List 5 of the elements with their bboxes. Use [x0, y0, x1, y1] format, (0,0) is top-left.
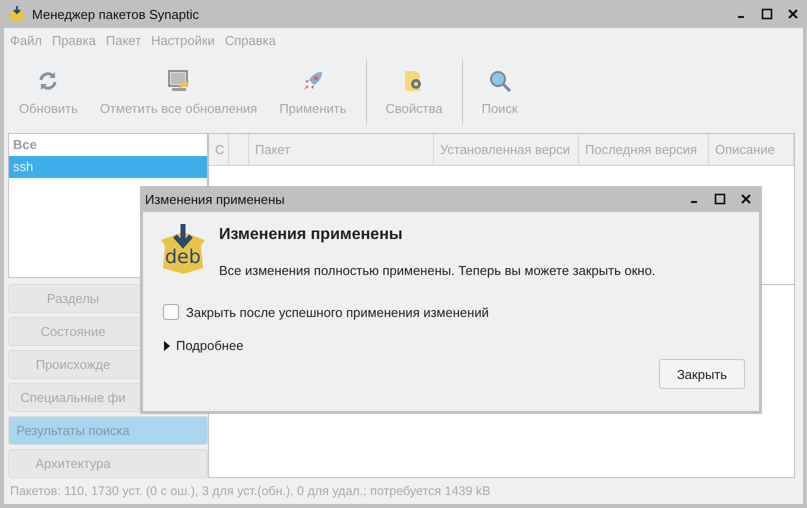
dialog-heading: Изменения применены: [219, 226, 404, 244]
window-title: Менеджер пакетов Synaptic: [32, 6, 200, 22]
status-text: Пакетов: 110, 1730 уст. (0 с ош.), 3 для уст.(обн.), 0 для удал.; потребуется 1439 kB: [9, 483, 492, 500]
dialog-title: Изменения применены: [145, 192, 286, 206]
dialog-message: Все изменения полностью применены. Теперь вы можете закрыть окно.: [219, 263, 656, 278]
